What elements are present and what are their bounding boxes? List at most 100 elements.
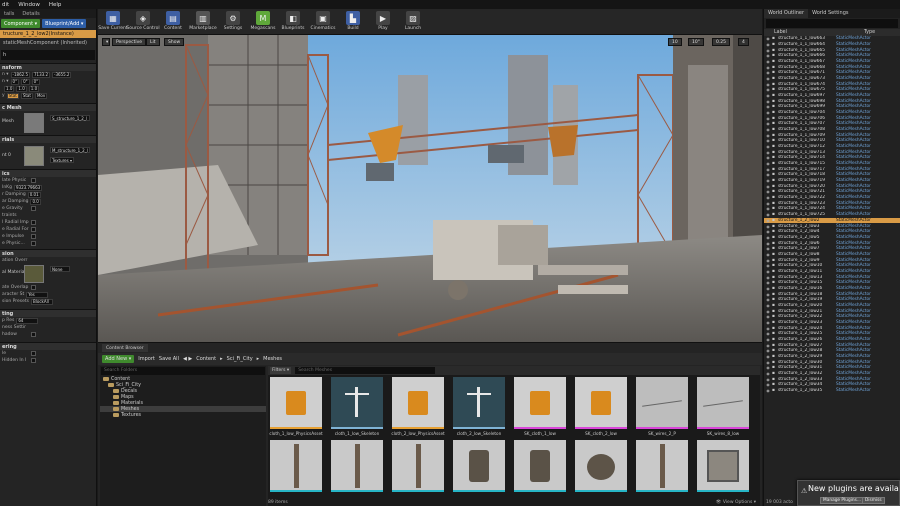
collision-presets-dropdown[interactable]: BlockAll: [31, 298, 54, 305]
tab-details-2[interactable]: Details: [18, 11, 43, 17]
character-step-dropdown[interactable]: Yes: [26, 291, 49, 298]
add-new-button[interactable]: Add New ▾: [102, 355, 135, 363]
eye-icon[interactable]: ◉: [764, 53, 772, 58]
eye-icon[interactable]: ◉: [764, 354, 772, 359]
eye-icon[interactable]: ◉: [764, 331, 772, 336]
eye-icon[interactable]: ◉: [764, 93, 772, 98]
search-folders-input[interactable]: Search Folders: [101, 367, 265, 375]
scale-x[interactable]: 1.0: [4, 85, 15, 92]
eye-icon[interactable]: ◉: [764, 382, 772, 387]
asset-tile[interactable]: [636, 440, 688, 492]
grid-snap-value[interactable]: 10: [668, 38, 682, 46]
angular-damping-field[interactable]: 0.0: [30, 198, 41, 205]
viewport-menu-button[interactable]: ▾: [102, 38, 110, 46]
source-control-button[interactable]: ◈ Source Control: [126, 9, 160, 35]
eye-icon[interactable]: ◉: [764, 371, 772, 376]
eye-icon[interactable]: ◉: [764, 303, 772, 308]
asset-tile[interactable]: [697, 440, 749, 492]
folder-item[interactable]: Textures: [100, 412, 266, 418]
asset-tile[interactable]: [636, 377, 688, 429]
static-mesh-component-row[interactable]: staticMeshComponent (Inherited): [0, 39, 96, 47]
eye-icon[interactable]: ◉: [764, 76, 772, 81]
eye-icon[interactable]: ◉: [764, 178, 772, 183]
eye-icon[interactable]: ◉: [764, 241, 772, 246]
tab-content-browser[interactable]: Content Browser: [102, 344, 148, 352]
eye-icon[interactable]: ◉: [764, 275, 772, 280]
eye-icon[interactable]: ◉: [764, 286, 772, 291]
eye-icon[interactable]: ◉: [764, 269, 772, 274]
eye-icon[interactable]: ◉: [764, 116, 772, 121]
asset-tile[interactable]: [392, 377, 444, 429]
eye-icon[interactable]: ◉: [764, 195, 772, 200]
eye-icon[interactable]: ◉: [764, 206, 772, 211]
radial-force-checkbox[interactable]: [31, 227, 36, 232]
phys-material-thumbnail[interactable]: [24, 265, 44, 283]
manage-plugins-button[interactable]: Manage Plugins...: [820, 497, 864, 504]
material-thumbnail[interactable]: [24, 146, 44, 166]
eye-icon[interactable]: ◉: [764, 314, 772, 319]
loc-y[interactable]: 7133.2: [32, 71, 50, 78]
menu-edit[interactable]: dit: [2, 2, 9, 8]
eye-icon[interactable]: ◉: [764, 172, 772, 177]
eye-icon[interactable]: ◉: [764, 320, 772, 325]
outliner-search-input[interactable]: [766, 19, 898, 28]
filters-button[interactable]: Filters ▾: [270, 367, 292, 374]
tab-world-outliner[interactable]: World Outliner: [764, 9, 809, 18]
overlap-checkbox[interactable]: [31, 285, 36, 290]
eye-icon[interactable]: ◉: [764, 99, 772, 104]
asset-tile[interactable]: [575, 377, 627, 429]
loc-x[interactable]: -1862.5: [10, 71, 30, 78]
eye-icon[interactable]: ◉: [764, 65, 772, 70]
eye-icon[interactable]: ◉: [764, 133, 772, 138]
eye-icon[interactable]: ◉: [764, 263, 772, 268]
tab-world-settings[interactable]: World Settings: [808, 9, 852, 18]
add-component-button[interactable]: Component ▾: [1, 19, 41, 28]
scale-snap-value[interactable]: 0.25: [712, 38, 731, 46]
eye-icon[interactable]: ◉: [764, 252, 772, 257]
collision-section[interactable]: sion: [0, 249, 96, 257]
save-current-button[interactable]: ▦ Save Current: [98, 9, 128, 35]
search-assets-input[interactable]: Search Meshes: [295, 367, 436, 374]
eye-icon[interactable]: ◉: [764, 326, 772, 331]
eye-icon[interactable]: ◉: [764, 377, 772, 382]
asset-tile[interactable]: [270, 440, 322, 492]
mesh-picker[interactable]: S_structure_1_2_l: [50, 115, 90, 121]
eye-icon[interactable]: ◉: [764, 121, 772, 126]
static-mesh-section[interactable]: c Mesh: [0, 103, 96, 111]
eye-icon[interactable]: ◉: [764, 48, 772, 53]
eye-icon[interactable]: ◉: [764, 110, 772, 115]
eye-icon[interactable]: ◉: [764, 59, 772, 64]
visible-checkbox[interactable]: [31, 351, 36, 356]
eye-icon[interactable]: ◉: [764, 150, 772, 155]
asset-tile[interactable]: [697, 377, 749, 429]
eye-icon[interactable]: ◉: [764, 388, 772, 393]
eye-icon[interactable]: ◉: [764, 104, 772, 109]
lightmap-res-field[interactable]: 64: [16, 317, 39, 324]
eye-icon[interactable]: ◉: [764, 280, 772, 285]
eye-icon[interactable]: ◉: [764, 87, 772, 92]
selected-actor-row[interactable]: tructure_1_2_low2(Instance): [0, 30, 96, 38]
scene-render[interactable]: [98, 35, 762, 342]
eye-icon[interactable]: ◉: [764, 297, 772, 302]
view-options-button[interactable]: 👁 View Options ▾: [716, 500, 756, 505]
rot-x[interactable]: 0°: [10, 78, 20, 85]
tab-details-1[interactable]: tails: [0, 11, 18, 17]
hidden-in-game-checkbox[interactable]: [31, 358, 36, 363]
lit-button[interactable]: Lit: [146, 38, 160, 46]
column-type[interactable]: Type: [864, 30, 875, 35]
eye-icon[interactable]: ◉: [764, 155, 772, 160]
save-all-button[interactable]: Save All: [159, 356, 179, 362]
asset-tile[interactable]: [270, 377, 322, 429]
content-button[interactable]: ▤ Content: [158, 9, 188, 35]
eye-icon[interactable]: ◉: [764, 337, 772, 342]
physics-section[interactable]: ics: [0, 169, 96, 177]
asset-tile[interactable]: [331, 377, 383, 429]
gravity-checkbox[interactable]: [31, 206, 36, 211]
camera-speed-value[interactable]: 4: [738, 38, 749, 46]
loc-z[interactable]: -3655.2: [52, 71, 72, 78]
asset-tile[interactable]: [514, 377, 566, 429]
build-button[interactable]: ▙ Build: [338, 9, 368, 35]
eye-icon[interactable]: ◉: [764, 348, 772, 353]
path-sci-fi-city[interactable]: Sci_Fi_City: [227, 356, 253, 362]
mobility-movable[interactable]: Mov: [34, 92, 48, 99]
